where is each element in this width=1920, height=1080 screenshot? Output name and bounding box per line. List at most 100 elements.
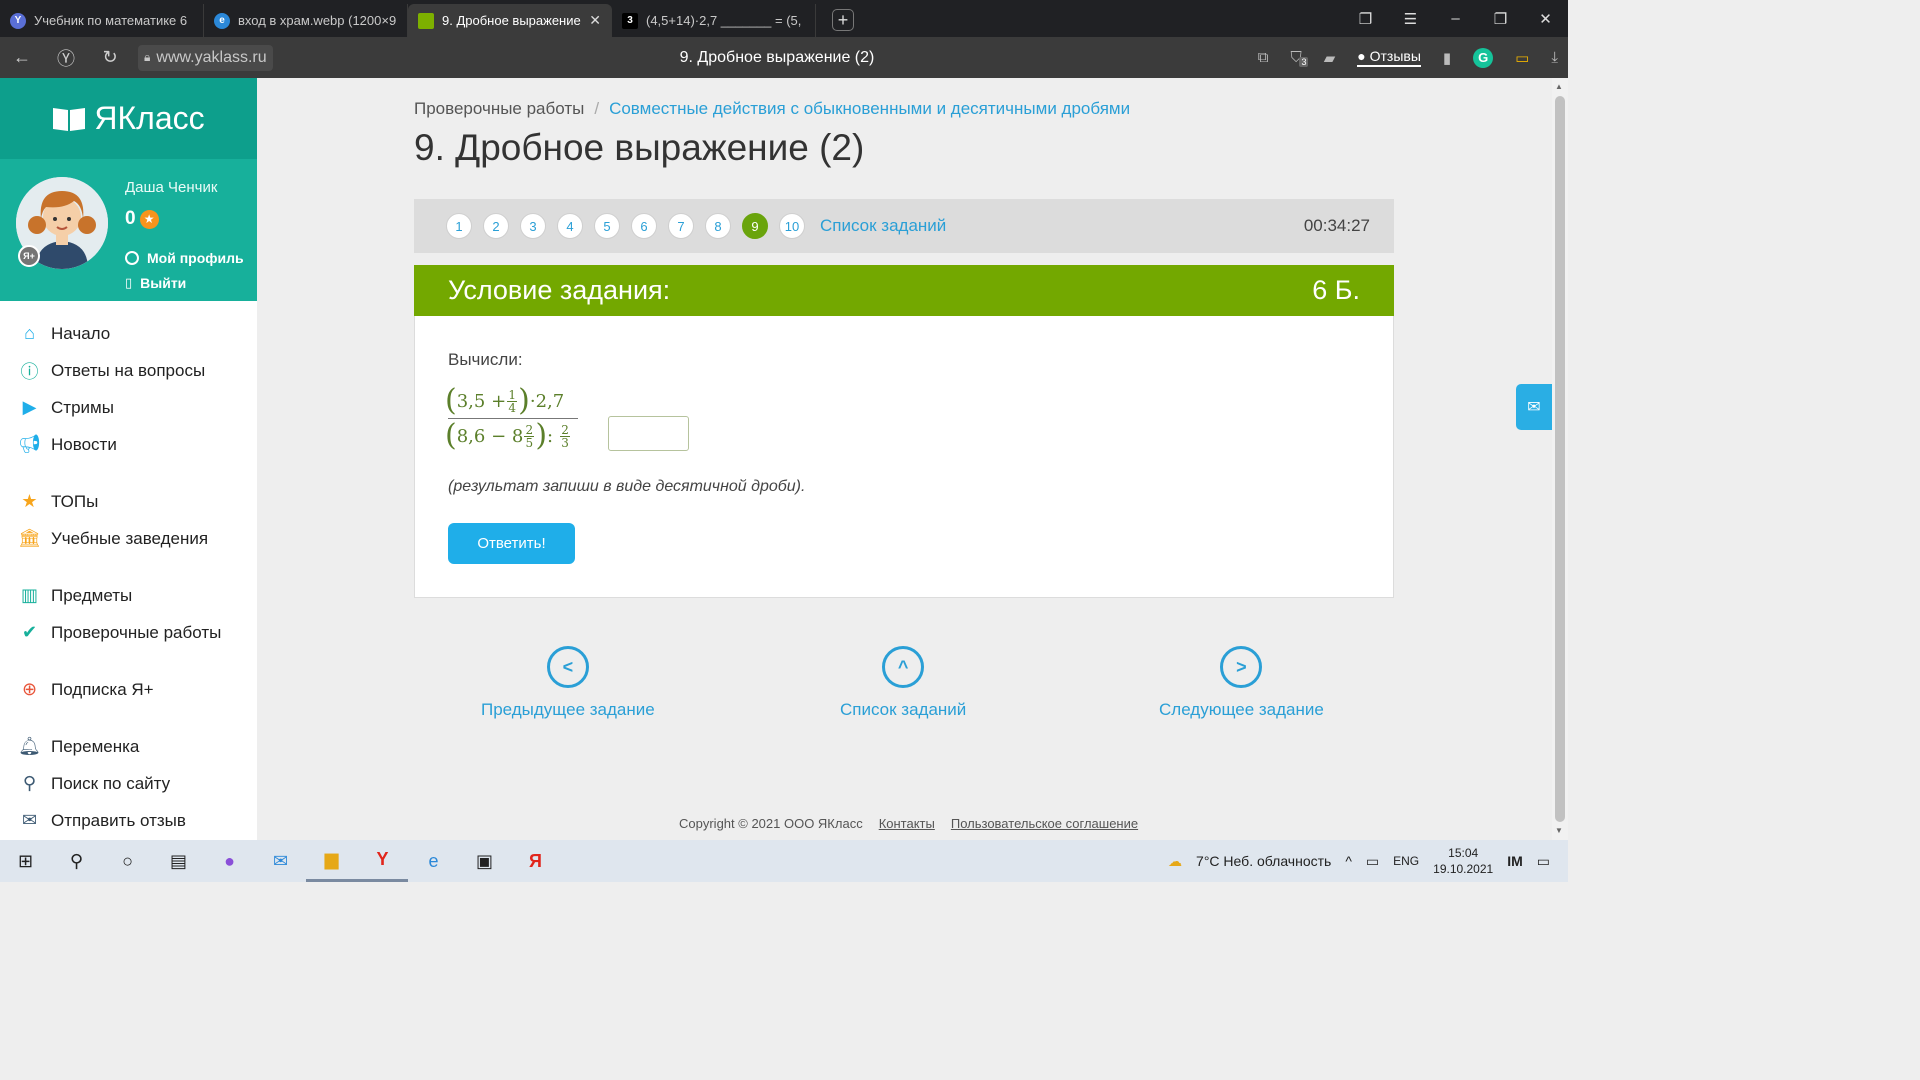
- next-task-label[interactable]: Следующее задание: [1159, 700, 1324, 720]
- prev-task-nav[interactable]: < Предыдущее задание: [481, 646, 655, 720]
- browser-tab[interactable]: e вход в храм.webp (1200×9: [204, 4, 408, 37]
- address-bar: ← Ⓨ ↻ 🔒︎ www.yaklass.ru 9. Дробное выраж…: [0, 37, 1568, 78]
- submit-answer-button[interactable]: Ответить!: [448, 523, 575, 564]
- task-list-label[interactable]: Список заданий: [840, 700, 966, 720]
- sidebar-item-answers[interactable]: ⓘ Ответы на вопросы: [0, 352, 257, 389]
- minimize-icon[interactable]: –: [1433, 10, 1478, 27]
- menu-group: ▥ Предметы ✔ Проверочные работы: [0, 577, 257, 651]
- menu-icon[interactable]: ☰: [1388, 10, 1433, 28]
- contacts-link[interactable]: Контакты: [879, 816, 935, 831]
- scroll-down-icon[interactable]: ▼: [1555, 826, 1563, 835]
- network-icon[interactable]: ▭: [1366, 853, 1379, 870]
- frac-numerator: 1: [508, 387, 516, 402]
- store-icon[interactable]: ▣: [459, 840, 510, 882]
- answer-input[interactable]: [608, 416, 689, 451]
- sidebar-item-tops[interactable]: ★ ТОПы: [0, 483, 257, 520]
- sidebar-item-tests[interactable]: ✔ Проверочные работы: [0, 614, 257, 651]
- scroll-up-icon[interactable]: ▲: [1555, 82, 1563, 91]
- language-indicator[interactable]: ENG: [1393, 854, 1419, 868]
- url-field[interactable]: 🔒︎ www.yaklass.ru: [138, 44, 273, 71]
- paren-open: (: [445, 418, 457, 453]
- edge-icon[interactable]: e: [408, 840, 459, 882]
- task-number-4[interactable]: 4: [557, 213, 583, 239]
- close-window-icon[interactable]: ✕: [1523, 10, 1568, 28]
- task-list-nav[interactable]: ^ Список заданий: [840, 646, 966, 720]
- next-task-nav[interactable]: > Следующее задание: [1159, 646, 1324, 720]
- sidebar-item-subjects[interactable]: ▥ Предметы: [0, 577, 257, 614]
- reviews-button[interactable]: ● Отзывы: [1357, 48, 1421, 67]
- chevron-left-icon[interactable]: <: [546, 646, 589, 688]
- browser-tab-active[interactable]: 9. Дробное выражение ✕: [408, 4, 612, 37]
- restore-icon[interactable]: ❐: [1478, 10, 1523, 28]
- notifications-icon[interactable]: ▭: [1537, 853, 1550, 870]
- task-number-10[interactable]: 10: [779, 213, 805, 239]
- numerator-part: 3,5 +: [456, 390, 507, 412]
- tray-chevron-icon[interactable]: ^: [1345, 853, 1352, 869]
- chevron-up-icon[interactable]: ^: [882, 646, 925, 688]
- sidebar-item-streams[interactable]: ▶ Стримы: [0, 389, 257, 426]
- mail-app-icon[interactable]: ✉: [255, 840, 306, 882]
- yandex-browser-icon[interactable]: Y: [357, 840, 408, 882]
- scrollbar[interactable]: ▲ ▼: [1552, 78, 1568, 840]
- task-number-6[interactable]: 6: [631, 213, 657, 239]
- timer: 00:34:27: [1303, 216, 1370, 235]
- task-navigation: 1 2 3 4 5 6 7 8 9 10 Список заданий 00:3…: [414, 199, 1394, 253]
- sidebar-item-search[interactable]: ⚲ Поиск по сайту: [0, 765, 257, 802]
- sidebar-item-news[interactable]: 📢︎ Новости: [0, 426, 257, 463]
- main-content: Проверочные работы / Совместные действия…: [258, 78, 1552, 840]
- prev-task-label[interactable]: Предыдущее задание: [481, 700, 655, 720]
- copyright: Copyright © 2021 ООО ЯКласс: [679, 816, 863, 831]
- task-number-2[interactable]: 2: [483, 213, 509, 239]
- sidebar-item-break[interactable]: 🔔︎ Переменка: [0, 728, 257, 765]
- task-number-8[interactable]: 8: [705, 213, 731, 239]
- sidebar-item-label: Отправить отзыв: [51, 810, 186, 830]
- clock[interactable]: 15:04 19.10.2021: [1433, 845, 1493, 877]
- battery-icon[interactable]: ▭: [1515, 49, 1529, 67]
- tab-close-icon[interactable]: ✕: [589, 12, 601, 29]
- page-title: 9. Дробное выражение (2): [414, 127, 865, 168]
- new-tab-button[interactable]: +: [832, 9, 854, 31]
- chat-icon[interactable]: ▰: [1324, 49, 1336, 67]
- search-icon[interactable]: ⚲: [51, 840, 102, 882]
- sidebar-item-subscription[interactable]: ⊕ Подписка Я+: [0, 671, 257, 708]
- yandex-icon[interactable]: Я: [510, 840, 561, 882]
- browser-tab[interactable]: Y Учебник по математике 6: [0, 4, 204, 37]
- grammarly-icon[interactable]: G: [1473, 47, 1494, 68]
- scroll-thumb[interactable]: [1555, 96, 1565, 822]
- sidebar-item-feedback[interactable]: ✉ Отправить отзыв: [0, 802, 257, 839]
- yaklass-logo[interactable]: ЯКласс: [0, 78, 257, 159]
- windows-start-icon[interactable]: ⊞: [0, 840, 51, 882]
- bookmark-icon[interactable]: ▮: [1443, 49, 1451, 67]
- back-icon[interactable]: ←: [0, 47, 44, 68]
- my-profile-link[interactable]: Мой профиль: [125, 250, 244, 266]
- extensions-icon[interactable]: ⧉: [1258, 49, 1269, 66]
- breadcrumb-current[interactable]: Совместные действия с обыкновенными и де…: [609, 99, 1130, 119]
- task-number-5[interactable]: 5: [594, 213, 620, 239]
- tab-title: вход в храм.webp (1200×9: [238, 13, 397, 28]
- logout-link[interactable]: ▯ Выйти: [125, 275, 186, 291]
- breadcrumb-root[interactable]: Проверочные работы: [414, 99, 584, 119]
- alice-icon[interactable]: ●: [204, 840, 255, 882]
- chevron-right-icon[interactable]: >: [1220, 646, 1263, 688]
- sidebar-item-schools[interactable]: 🏛︎ Учебные заведения: [0, 520, 257, 557]
- browser-tab[interactable]: 3 (4,5+14)·2,7 _______ = (5,: [612, 4, 816, 37]
- task-list-link[interactable]: Список заданий: [820, 216, 946, 236]
- task-number-9-active[interactable]: 9: [742, 213, 768, 239]
- task-number-1[interactable]: 1: [446, 213, 472, 239]
- sidebar-item-home[interactable]: ⌂ Начало: [0, 315, 257, 352]
- task-number-3[interactable]: 3: [520, 213, 546, 239]
- tray-app-icon[interactable]: IM: [1507, 853, 1523, 869]
- explorer-icon[interactable]: ▆: [306, 840, 357, 882]
- user-name[interactable]: Даша Ченчик: [125, 179, 217, 196]
- terms-link[interactable]: Пользовательское соглашение: [951, 816, 1138, 831]
- task-view-icon[interactable]: ▤: [153, 840, 204, 882]
- weather-text[interactable]: 7°C Неб. облачность: [1196, 853, 1331, 869]
- reload-icon[interactable]: ↻: [88, 47, 132, 68]
- mail-icon[interactable]: ✉: [1516, 384, 1552, 430]
- tabs-panel-icon[interactable]: ❐: [1343, 10, 1388, 28]
- download-icon[interactable]: ⤓: [1551, 49, 1558, 66]
- cortana-icon[interactable]: ○: [102, 840, 153, 882]
- task-number-7[interactable]: 7: [668, 213, 694, 239]
- yandex-home-icon[interactable]: Ⓨ: [44, 45, 88, 71]
- protect-icon[interactable]: ⛉ 3: [1290, 49, 1309, 67]
